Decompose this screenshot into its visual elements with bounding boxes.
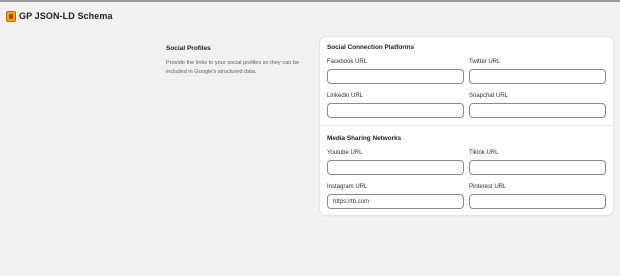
top-border <box>0 0 620 2</box>
app-logo-icon <box>6 10 16 22</box>
youtube-url-label: Youtube URL <box>327 150 363 156</box>
snapchat-url-input[interactable] <box>469 103 606 118</box>
linkedin-url-input[interactable] <box>327 103 464 118</box>
tiktok-url-input[interactable] <box>469 160 606 175</box>
section-description: Provide the links to your social profile… <box>166 60 300 75</box>
app-title: GP JSON-LD Schema <box>19 11 113 21</box>
section-info: Social Profiles Provide the links to you… <box>166 45 311 77</box>
section-title: Social Profiles <box>166 45 211 52</box>
pinterest-url-input[interactable] <box>469 194 606 209</box>
group-title-social-connection: Social Connection Platforms <box>327 44 414 51</box>
pinterest-url-label: Pinterest URL <box>469 184 507 190</box>
app-header: GP JSON-LD Schema <box>6 9 113 23</box>
linkedin-url-label: Linkedin URL <box>327 93 364 99</box>
instagram-url-label: Instagram URL <box>327 184 368 190</box>
group-title-media-sharing: Media Sharing Networks <box>327 135 402 142</box>
instagram-url-input[interactable] <box>327 194 464 209</box>
youtube-url-input[interactable] <box>327 160 464 175</box>
group-divider <box>320 125 613 126</box>
twitter-url-input[interactable] <box>469 69 606 84</box>
twitter-url-label: Twitter URL <box>469 59 501 65</box>
tiktok-url-label: Tiktok URL <box>469 150 499 156</box>
snapchat-url-label: Snapchat URL <box>469 93 509 99</box>
social-profiles-card: Social Connection Platforms Facebook URL… <box>320 37 613 215</box>
facebook-url-input[interactable] <box>327 69 464 84</box>
facebook-url-label: Facebook URL <box>327 59 368 65</box>
